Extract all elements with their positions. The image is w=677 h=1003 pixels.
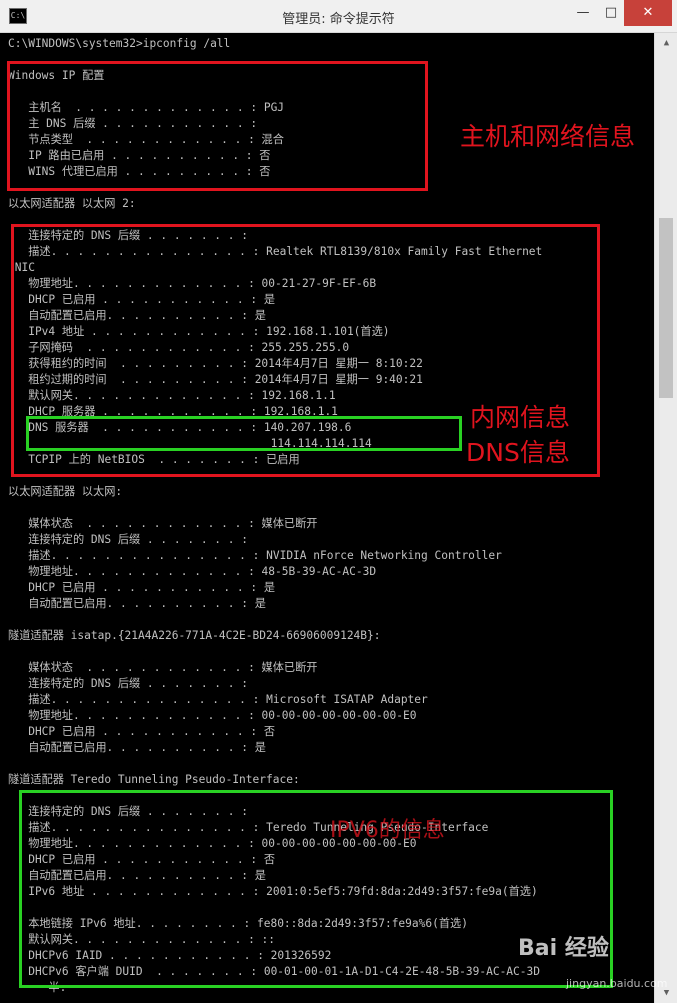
ipv6-info-annotation: IPV6的信息 — [330, 818, 445, 843]
dns-info-annotation: DNS信息 — [466, 438, 570, 467]
vertical-scrollbar[interactable]: ▲ ▼ — [654, 33, 677, 1003]
host-info-highlight-box — [7, 61, 428, 191]
baidu-logo-watermark: Bai 经验 — [518, 936, 609, 961]
maximize-button[interactable]: □ — [598, 0, 624, 26]
watermark-url: jingyan.baidu.com — [566, 977, 668, 990]
scroll-up-arrow-icon[interactable]: ▲ — [655, 33, 677, 53]
scrollbar-thumb[interactable] — [659, 218, 673, 398]
title-bar[interactable]: C:\ 管理员: 命令提示符 — □ ✕ — [0, 0, 677, 33]
lan-info-annotation: 内网信息 — [470, 403, 571, 432]
close-button[interactable]: ✕ — [624, 0, 672, 26]
minimize-button[interactable]: — — [568, 0, 598, 26]
host-network-annotation: 主机和网络信息 — [460, 122, 636, 151]
dns-server-highlight-box — [26, 416, 462, 451]
